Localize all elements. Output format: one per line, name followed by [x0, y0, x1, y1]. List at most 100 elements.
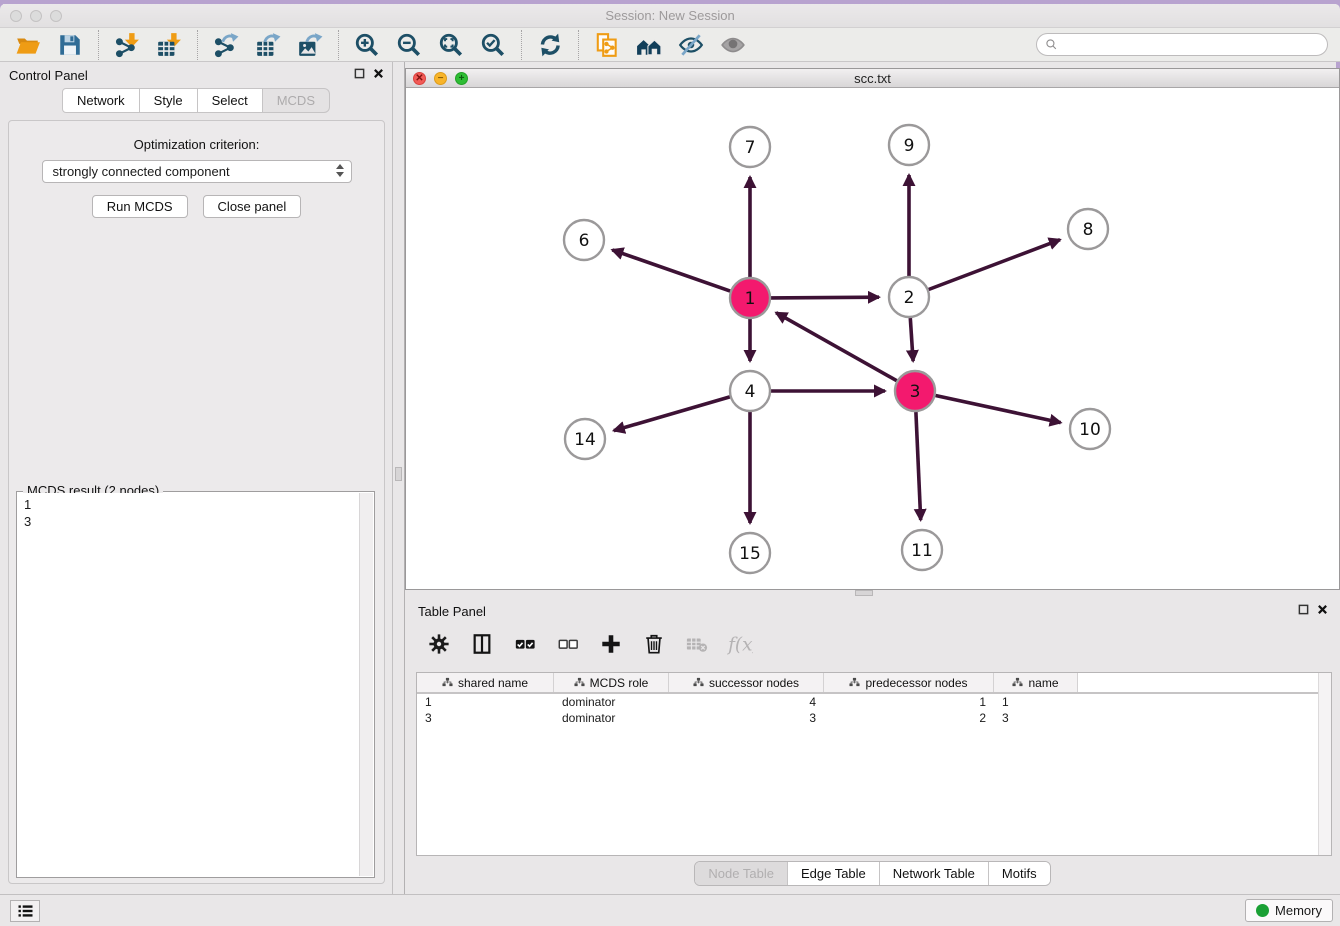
tab-network[interactable]: Network — [62, 88, 140, 113]
close-panel-button[interactable]: Close panel — [203, 195, 302, 218]
export-table-icon[interactable] — [254, 31, 282, 59]
trash-icon[interactable] — [641, 631, 667, 657]
graph-node-1[interactable]: 1 — [730, 278, 770, 318]
tab-motifs[interactable]: Motifs — [988, 862, 1050, 885]
edge-1-2[interactable] — [771, 297, 879, 298]
zoom-out-icon[interactable] — [395, 31, 423, 59]
gear-icon[interactable] — [426, 631, 452, 657]
graph-node-8[interactable]: 8 — [1068, 209, 1108, 249]
export-network-icon[interactable] — [212, 31, 240, 59]
refresh-icon[interactable] — [536, 31, 564, 59]
status-bar: Memory — [0, 894, 1340, 926]
hide-selected-icon[interactable] — [677, 31, 705, 59]
edge-3-11[interactable] — [916, 412, 921, 520]
deselect-all-icon[interactable] — [555, 631, 581, 657]
column-header-shared-name[interactable]: shared name — [417, 673, 554, 692]
search-box[interactable] — [1036, 33, 1328, 56]
graph-node-3[interactable]: 3 — [895, 371, 935, 411]
svg-text:7: 7 — [745, 138, 756, 158]
zoom-fit-icon[interactable] — [437, 31, 465, 59]
edge-1-6[interactable] — [612, 250, 730, 291]
show-all-icon — [719, 31, 747, 59]
edge-2-3[interactable] — [910, 318, 913, 361]
network-graph[interactable]: 7 9 6 8 1 2 4 3 14 10 15 11 — [406, 88, 1339, 589]
criterion-select[interactable]: strongly connected component — [42, 160, 352, 183]
table-cell: dominator — [554, 694, 669, 710]
memory-label: Memory — [1275, 903, 1322, 918]
table-row[interactable]: 3dominator323 — [417, 710, 1331, 726]
close-panel-icon[interactable] — [373, 68, 384, 79]
function-builder-icon: f(x) — [727, 631, 753, 657]
run-mcds-button[interactable]: Run MCDS — [92, 195, 188, 218]
float-panel-icon[interactable] — [1298, 604, 1309, 615]
svg-text:2: 2 — [904, 288, 915, 308]
select-all-icon[interactable] — [512, 631, 538, 657]
close-panel-icon[interactable] — [1317, 604, 1328, 615]
import-network-icon[interactable] — [113, 31, 141, 59]
edge-3-10[interactable] — [936, 396, 1061, 423]
graph-node-4[interactable]: 4 — [730, 371, 770, 411]
splitter-grip[interactable] — [395, 467, 402, 481]
network-canvas[interactable]: 7 9 6 8 1 2 4 3 14 10 15 11 — [406, 88, 1339, 589]
zoom-in-icon[interactable] — [353, 31, 381, 59]
table-cell: 1 — [417, 694, 554, 710]
column-header-MCDS-role[interactable]: MCDS role — [554, 673, 669, 692]
table-row[interactable]: 1dominator411 — [417, 694, 1331, 710]
svg-text:9: 9 — [904, 136, 915, 156]
tab-network-table[interactable]: Network Table — [879, 862, 988, 885]
column-header-predecessor-nodes[interactable]: predecessor nodes — [824, 673, 994, 692]
zoom-selected-icon[interactable] — [479, 31, 507, 59]
edge-4-14[interactable] — [614, 397, 730, 431]
graph-node-9[interactable]: 9 — [889, 125, 929, 165]
add-icon[interactable] — [598, 631, 624, 657]
table-cell: 2 — [824, 710, 994, 726]
horizontal-splitter-grip[interactable] — [855, 590, 873, 596]
graph-node-10[interactable]: 10 — [1070, 409, 1110, 449]
optimization-criterion-label: Optimization criterion: — [9, 137, 384, 152]
node-table[interactable]: shared nameMCDS rolesuccessor nodesprede… — [416, 672, 1332, 856]
table-cell: dominator — [554, 710, 669, 726]
first-neighbors-icon[interactable] — [635, 31, 663, 59]
vertical-splitter[interactable] — [393, 62, 405, 894]
svg-text:14: 14 — [574, 430, 596, 450]
graph-node-14[interactable]: 14 — [565, 419, 605, 459]
svg-text:8: 8 — [1083, 220, 1094, 240]
tab-edge-table[interactable]: Edge Table — [787, 862, 879, 885]
graph-node-11[interactable]: 11 — [902, 530, 942, 570]
import-table-icon[interactable] — [155, 31, 183, 59]
svg-text:3: 3 — [910, 382, 921, 402]
graph-node-7[interactable]: 7 — [730, 127, 770, 167]
column-header-name[interactable]: name — [994, 673, 1078, 692]
table-scrollbar[interactable] — [1318, 673, 1331, 855]
mcds-result-list[interactable]: 1 3 — [18, 493, 359, 876]
tab-node-table[interactable]: Node Table — [695, 862, 787, 885]
edge-2-8[interactable] — [929, 240, 1060, 290]
mcds-result-group: MCDS result (2 nodes) 1 3 — [16, 491, 375, 878]
search-input[interactable] — [1058, 38, 1327, 52]
graph-node-6[interactable]: 6 — [564, 220, 604, 260]
edge-3-1[interactable] — [776, 313, 897, 381]
task-history-button[interactable] — [10, 900, 40, 922]
table-cell: 1 — [994, 694, 1078, 710]
graph-node-2[interactable]: 2 — [889, 277, 929, 317]
tab-mcds[interactable]: MCDS — [263, 88, 330, 113]
save-session-icon[interactable] — [56, 31, 84, 59]
memory-button[interactable]: Memory — [1245, 899, 1333, 922]
tab-style[interactable]: Style — [140, 88, 198, 113]
copy-networks-icon[interactable] — [593, 31, 621, 59]
table-cell: 3 — [417, 710, 554, 726]
list-icon — [17, 904, 34, 918]
delete-table-icon — [684, 631, 710, 657]
tab-select[interactable]: Select — [198, 88, 263, 113]
result-scrollbar[interactable] — [359, 493, 373, 876]
column-header-successor-nodes[interactable]: successor nodes — [669, 673, 824, 692]
graph-node-15[interactable]: 15 — [730, 533, 770, 573]
network-window-titlebar[interactable]: ✕ − + scc.txt — [406, 69, 1339, 88]
float-panel-icon[interactable] — [354, 68, 365, 79]
open-session-icon[interactable] — [14, 31, 42, 59]
svg-text:1: 1 — [745, 289, 756, 309]
svg-text:6: 6 — [579, 231, 590, 251]
export-image-icon[interactable] — [296, 31, 324, 59]
toggle-columns-icon[interactable] — [469, 631, 495, 657]
network-view-window: ✕ − + scc.txt 7 9 6 8 1 2 4 3 14 10 15 11 — [405, 68, 1340, 590]
